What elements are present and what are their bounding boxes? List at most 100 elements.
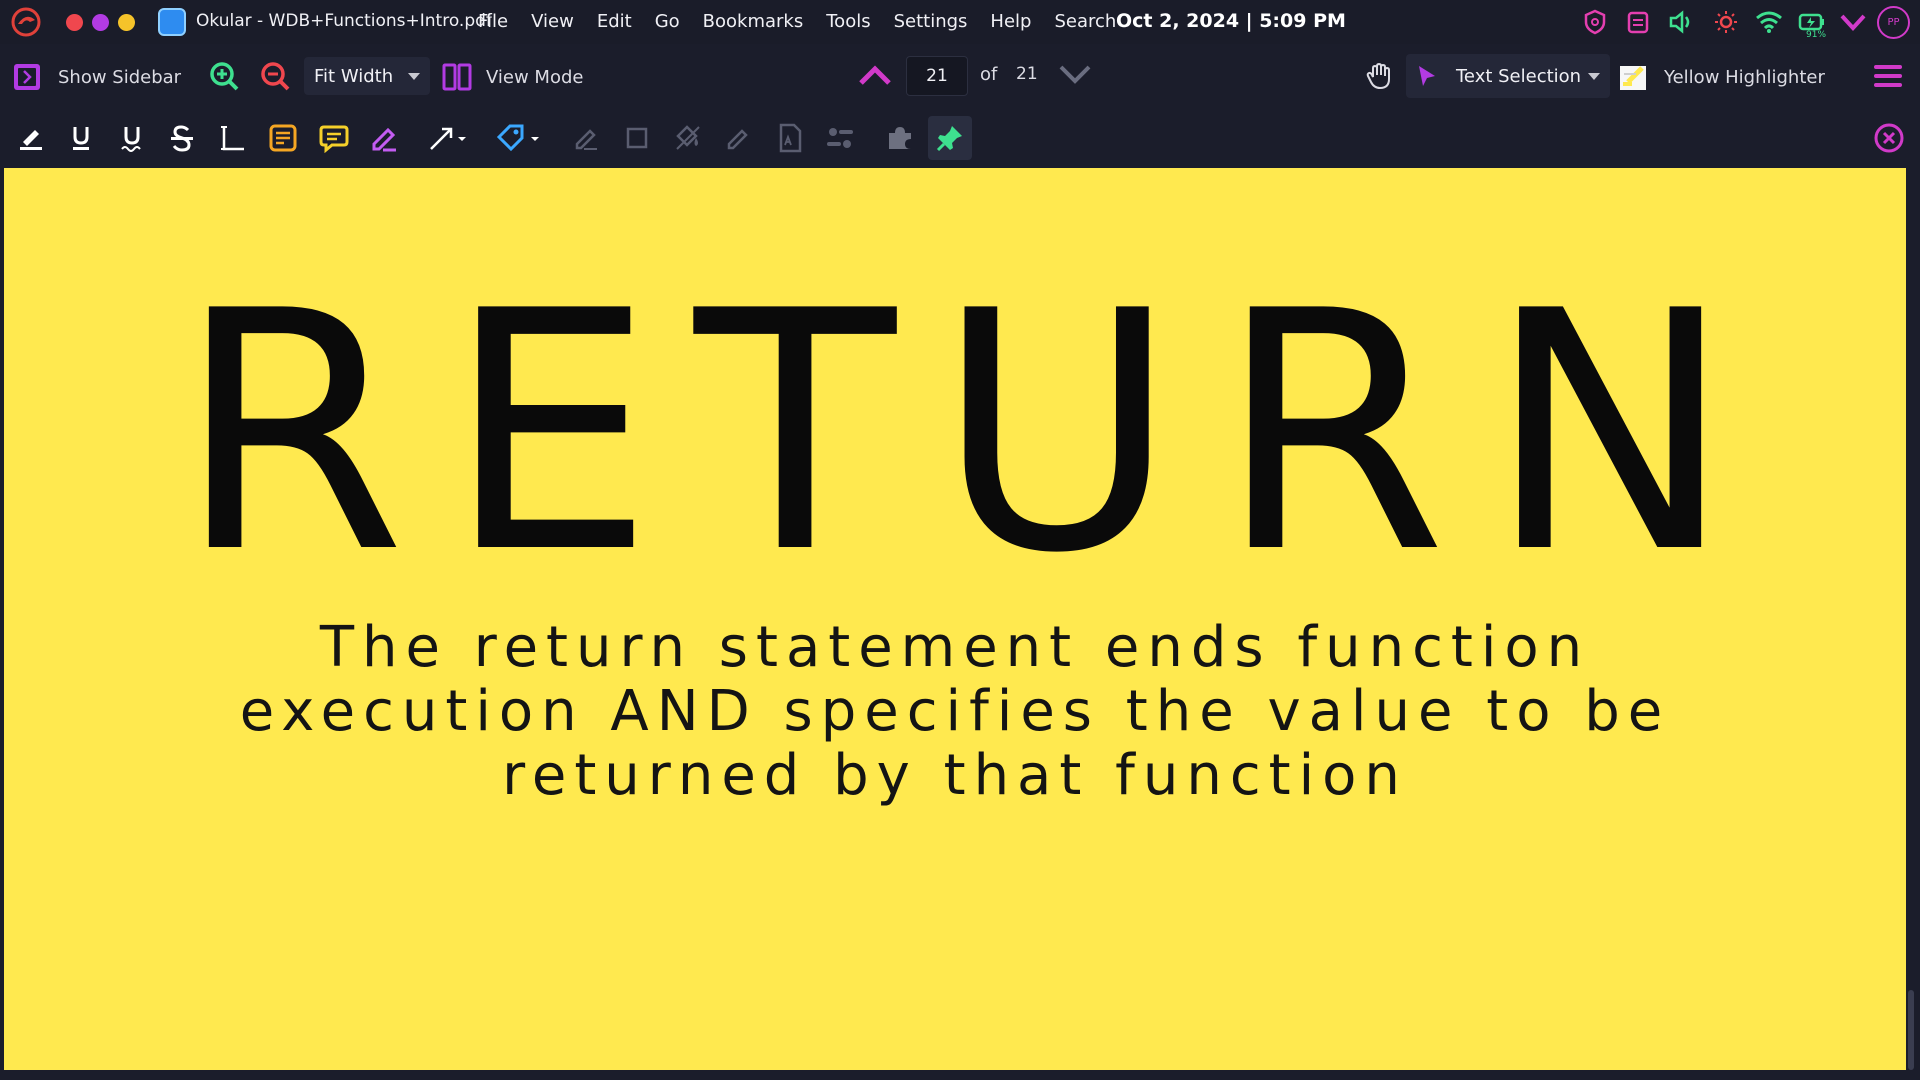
app-launcher-icon[interactable] xyxy=(10,6,42,38)
okular-app-icon xyxy=(158,8,186,36)
window-title: Okular - WDB+Functions+Intro.pdf xyxy=(196,11,492,31)
square-icon xyxy=(626,127,648,149)
show-sidebar-label: Show Sidebar xyxy=(58,66,182,88)
highlighter-icon xyxy=(1620,66,1646,90)
pencil-icon xyxy=(575,129,597,150)
slide-body: The return statement ends function execu… xyxy=(4,616,1906,808)
view-mode-button[interactable]: View Mode xyxy=(442,62,583,92)
clipboard-icon[interactable] xyxy=(1623,7,1653,37)
menu-search[interactable]: Search xyxy=(1054,11,1116,32)
menu-bar: File View Edit Go Bookmarks Tools Settin… xyxy=(478,11,1139,32)
note-icon xyxy=(269,124,297,152)
annotation-settings-button xyxy=(818,116,862,160)
zoom-out-icon xyxy=(261,62,290,91)
wifi-icon[interactable] xyxy=(1754,7,1784,37)
close-window-button[interactable] xyxy=(66,14,83,31)
browse-tool-button[interactable] xyxy=(1364,61,1394,91)
total-pages: 21 xyxy=(1016,64,1038,84)
pop-up-note-button[interactable] xyxy=(261,116,305,160)
typewriter-button[interactable] xyxy=(210,116,254,160)
stamp-tool-button[interactable] xyxy=(490,116,548,160)
squiggle-button[interactable] xyxy=(110,116,154,160)
menu-go[interactable]: Go xyxy=(655,11,680,32)
menu-edit[interactable]: Edit xyxy=(597,11,632,32)
highlighter-tool-label: Yellow Highlighter xyxy=(1664,66,1825,88)
pin-icon xyxy=(936,126,962,152)
dropdown-caret-icon xyxy=(408,73,420,80)
freehand-line-button[interactable] xyxy=(362,116,406,160)
next-page-button[interactable] xyxy=(1058,62,1092,88)
underline-button[interactable] xyxy=(59,116,103,160)
zoom-in-icon xyxy=(210,62,239,91)
clock[interactable]: Oct 2, 2024 | 5:09 PM xyxy=(1116,10,1346,32)
zoom-out-button[interactable] xyxy=(260,61,292,93)
brightness-icon[interactable] xyxy=(1711,7,1741,37)
chevron-up-icon xyxy=(859,65,891,85)
rectangle-button xyxy=(615,116,659,160)
battery-percent: 91% xyxy=(1806,30,1827,40)
underline-icon xyxy=(73,127,89,150)
menu-settings[interactable]: Settings xyxy=(894,11,968,32)
annotation-toolbar xyxy=(0,110,1920,166)
pen-icon xyxy=(372,127,396,152)
main-toolbar: Show Sidebar Fit Width View Mode 21 of 2… xyxy=(0,48,1920,106)
chevron-down-icon xyxy=(1059,65,1091,84)
selection-tool-select[interactable]: Text Selection xyxy=(1406,54,1610,98)
selection-tool-label: Text Selection xyxy=(1456,65,1582,87)
favorites-button[interactable] xyxy=(878,116,922,160)
close-annotation-toolbar-button[interactable] xyxy=(1867,116,1911,160)
volume-icon[interactable] xyxy=(1666,7,1696,37)
edit-button xyxy=(716,116,760,160)
slide-body-line: The return statement ends function xyxy=(319,615,1591,680)
comment-icon xyxy=(319,125,349,153)
slide-body-line: execution AND specifies the value to be xyxy=(239,679,1671,744)
slide-body-line: returned by that function xyxy=(502,743,1408,808)
font-button xyxy=(768,116,812,160)
menu-bookmarks[interactable]: Bookmarks xyxy=(703,11,804,32)
squiggle-underline-icon xyxy=(121,127,141,152)
avatar[interactable]: PP xyxy=(1877,6,1910,39)
menu-view[interactable]: View xyxy=(531,11,574,32)
pencil-icon xyxy=(727,129,748,150)
view-mode-icon xyxy=(442,63,472,91)
menu-tools[interactable]: Tools xyxy=(826,11,870,32)
pin-toolbar-button[interactable] xyxy=(928,116,972,160)
show-sidebar-button[interactable]: Show Sidebar xyxy=(12,62,181,92)
close-icon xyxy=(1874,123,1904,153)
slide-heading: RETURN xyxy=(176,241,1774,625)
document-page[interactable]: RETURN The return statement ends functio… xyxy=(4,168,1906,1070)
sliders-icon xyxy=(827,128,853,148)
text-cursor-icon xyxy=(221,126,244,151)
inline-note-button[interactable] xyxy=(312,116,356,160)
strikethrough-icon xyxy=(171,125,193,152)
menu-help[interactable]: Help xyxy=(990,11,1031,32)
zoom-in-button[interactable] xyxy=(209,61,241,93)
page-number-input[interactable]: 21 xyxy=(906,56,968,96)
shield-icon[interactable] xyxy=(1580,7,1610,37)
fill-button xyxy=(666,116,710,160)
cursor-icon xyxy=(1419,66,1435,86)
zoom-mode-value: Fit Width xyxy=(314,65,394,87)
dropdown-caret-icon xyxy=(1588,73,1600,80)
zoom-mode-select[interactable]: Fit Width xyxy=(304,57,430,95)
tag-icon xyxy=(496,124,539,152)
arrow-line-icon xyxy=(430,127,466,150)
scrollbar[interactable] xyxy=(1908,990,1914,1070)
chevron-down-icon[interactable] xyxy=(1838,7,1868,37)
menu-file[interactable]: File xyxy=(478,11,508,32)
font-file-icon xyxy=(779,123,802,153)
previous-page-button[interactable] xyxy=(858,62,892,88)
window-controls xyxy=(66,14,135,31)
hamburger-menu-button[interactable] xyxy=(1872,62,1904,90)
highlight-button[interactable] xyxy=(9,116,53,160)
strikeout-button[interactable] xyxy=(160,116,204,160)
sidebar-icon xyxy=(14,64,40,90)
minimize-window-button[interactable] xyxy=(118,14,135,31)
maximize-window-button[interactable] xyxy=(92,14,109,31)
hamburger-icon xyxy=(1874,65,1902,87)
highlighter-tool-select[interactable]: Yellow Highlighter xyxy=(1618,60,1854,94)
paint-bucket-icon xyxy=(676,125,700,150)
line-tool-button[interactable] xyxy=(419,116,477,160)
marker-icon xyxy=(20,130,42,150)
hand-icon xyxy=(1366,62,1390,90)
